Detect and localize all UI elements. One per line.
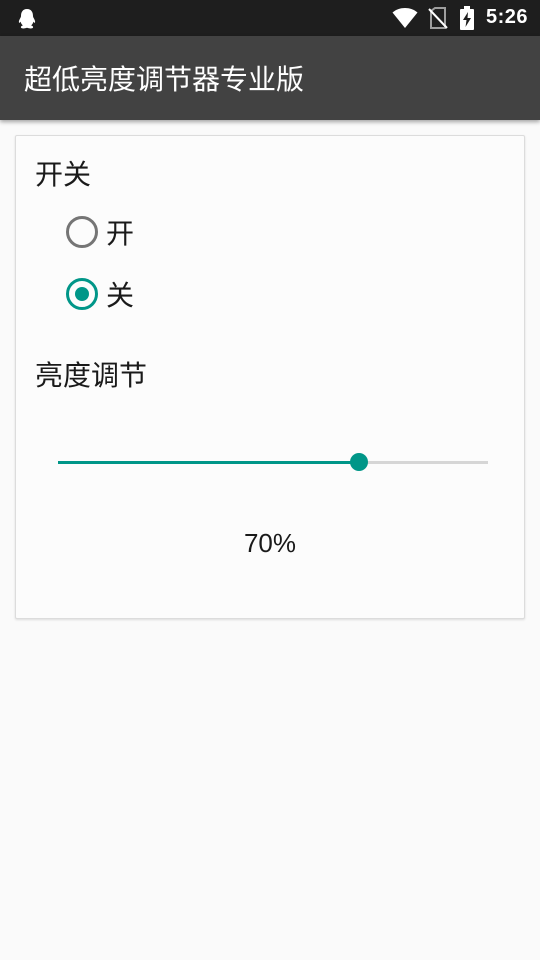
radio-on-circle[interactable] (66, 216, 98, 248)
status-clock: 5:26 (486, 6, 529, 28)
no-sim-icon (428, 7, 448, 29)
status-bar: 5:26 (0, 0, 540, 36)
radio-on[interactable]: 开 (66, 212, 266, 252)
qq-icon (18, 9, 36, 29)
brightness-section-label: 亮度调节 (35, 359, 148, 392)
radio-off-circle[interactable] (66, 278, 98, 310)
radio-on-label[interactable]: 开 (106, 212, 134, 252)
slider-fill (58, 461, 359, 464)
settings-card: 开关 开 关 亮度调节 70% (15, 135, 525, 619)
wifi-icon (392, 8, 418, 28)
brightness-slider[interactable] (58, 448, 488, 478)
brightness-percent: 70% (243, 528, 297, 558)
app-title: 超低亮度调节器专业版 (24, 63, 305, 96)
switch-section-label: 开关 (35, 158, 92, 191)
slider-thumb[interactable] (350, 453, 368, 471)
radio-off-label[interactable]: 关 (106, 274, 134, 314)
radio-off[interactable]: 关 (66, 274, 266, 314)
battery-charging-icon (460, 6, 474, 30)
app-bar: 超低亮度调节器专业版 (0, 36, 540, 120)
